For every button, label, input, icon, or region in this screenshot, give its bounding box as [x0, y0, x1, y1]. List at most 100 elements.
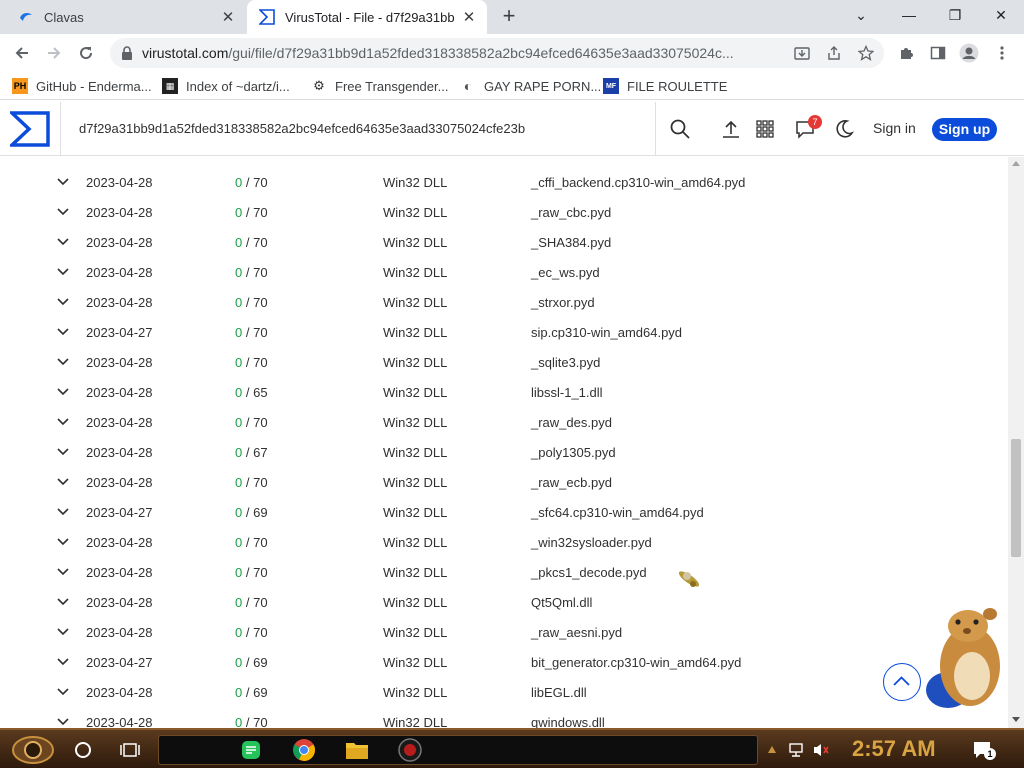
- bookmark-github[interactable]: PH GitHub - Enderma...: [12, 76, 152, 96]
- window-close-button[interactable]: ✕: [978, 0, 1024, 30]
- table-row[interactable]: 2023-04-28 0 / 65 Win32 DLL libssl-1_1.d…: [0, 377, 1008, 407]
- start-button[interactable]: [8, 736, 58, 764]
- chevron-down-icon[interactable]: [56, 627, 70, 637]
- tab-clavas[interactable]: Clavas ✕: [8, 0, 246, 34]
- file-name[interactable]: _raw_ecb.pyd: [531, 475, 612, 490]
- file-name[interactable]: _win32sysloader.pyd: [531, 535, 652, 550]
- file-name[interactable]: bit_generator.cp310-win_amd64.pyd: [531, 655, 741, 670]
- vt-search-box[interactable]: d7f29a31bb9d1a52fded318338582a2bc94efced…: [60, 102, 690, 156]
- file-name[interactable]: _SHA384.pyd: [531, 235, 611, 250]
- chevron-down-icon[interactable]: [56, 267, 70, 277]
- file-name[interactable]: qwindows.dll: [531, 715, 605, 728]
- table-row[interactable]: 2023-04-28 0 / 70 Win32 DLL _raw_ecb.pyd: [0, 467, 1008, 497]
- table-row[interactable]: 2023-04-28 0 / 67 Win32 DLL _poly1305.py…: [0, 437, 1008, 467]
- table-row[interactable]: 2023-04-27 0 / 69 Win32 DLL _sfc64.cp310…: [0, 497, 1008, 527]
- taskbar-clock[interactable]: 2:57 AM: [852, 736, 936, 762]
- chrome-icon[interactable]: [289, 736, 319, 764]
- chevron-down-icon[interactable]: [56, 207, 70, 217]
- chevron-down-icon[interactable]: [56, 687, 70, 697]
- red-orb-app-icon[interactable]: [395, 736, 425, 764]
- upload-icon[interactable]: [720, 118, 742, 140]
- dark-mode-moon-icon[interactable]: [833, 118, 855, 140]
- volume-muted-icon[interactable]: [810, 736, 832, 764]
- file-name[interactable]: Qt5Qml.dll: [531, 595, 592, 610]
- bookmark-free-transgender[interactable]: ⚙ Free Transgender...: [311, 76, 448, 96]
- chevron-down-icon[interactable]: [56, 237, 70, 247]
- profile-avatar-icon[interactable]: [959, 43, 979, 63]
- bookmark-index-dartz[interactable]: ▦ Index of ~dartz/i...: [162, 76, 290, 96]
- file-name[interactable]: sip.cp310-win_amd64.pyd: [531, 325, 682, 340]
- file-name[interactable]: _raw_des.pyd: [531, 415, 612, 430]
- scroll-down-arrow-icon[interactable]: [1012, 717, 1020, 722]
- chevron-down-icon[interactable]: [56, 327, 70, 337]
- chevron-down-icon[interactable]: [56, 447, 70, 457]
- table-row[interactable]: 2023-04-28 0 / 70 Win32 DLL _pkcs1_decod…: [0, 557, 1008, 587]
- tab-close-icon[interactable]: ✕: [218, 7, 238, 27]
- tab-close-icon[interactable]: ✕: [459, 7, 479, 27]
- apps-grid-icon[interactable]: [754, 118, 776, 140]
- back-button[interactable]: [8, 39, 36, 67]
- chevron-down-icon[interactable]: [56, 567, 70, 577]
- restore-button[interactable]: ❐: [932, 0, 978, 30]
- file-name[interactable]: _cffi_backend.cp310-win_amd64.pyd: [531, 175, 745, 190]
- file-name[interactable]: libssl-1_1.dll: [531, 385, 603, 400]
- chevron-down-icon[interactable]: [56, 537, 70, 547]
- scrollbar-thumb[interactable]: [1011, 439, 1021, 557]
- file-name[interactable]: _sfc64.cp310-win_amd64.pyd: [531, 505, 704, 520]
- file-explorer-icon[interactable]: [342, 736, 372, 764]
- extensions-puzzle-icon[interactable]: [896, 43, 916, 63]
- browser-menu-icon[interactable]: [992, 43, 1012, 63]
- chevron-down-icon[interactable]: [56, 657, 70, 667]
- action-center-icon[interactable]: 1: [970, 736, 996, 764]
- chevron-down-icon[interactable]: [56, 387, 70, 397]
- virustotal-logo-icon[interactable]: [10, 111, 50, 147]
- sign-in-link[interactable]: Sign in: [873, 120, 916, 136]
- chevron-down-icon[interactable]: [56, 477, 70, 487]
- file-name[interactable]: libEGL.dll: [531, 685, 587, 700]
- side-panel-icon[interactable]: [928, 43, 948, 63]
- network-icon[interactable]: [786, 736, 808, 764]
- chevron-down-icon[interactable]: [56, 597, 70, 607]
- app-green-notes-icon[interactable]: [236, 736, 266, 764]
- page-scrollbar[interactable]: [1008, 157, 1024, 728]
- file-name[interactable]: _ec_ws.pyd: [531, 265, 600, 280]
- sign-up-button[interactable]: Sign up: [932, 118, 997, 141]
- table-row[interactable]: 2023-04-28 0 / 70 Win32 DLL _SHA384.pyd: [0, 227, 1008, 257]
- table-row[interactable]: 2023-04-28 0 / 70 Win32 DLL _raw_aesni.p…: [0, 617, 1008, 647]
- task-view-icon[interactable]: [117, 736, 143, 764]
- table-row-partial[interactable]: [0, 157, 1008, 165]
- bookmark-file-roulette[interactable]: MF FILE ROULETTE: [603, 76, 727, 96]
- table-row[interactable]: 2023-04-28 0 / 70 Win32 DLL qwindows.dll: [0, 707, 1008, 728]
- chevron-down-icon[interactable]: [56, 177, 70, 187]
- tab-search-chevron-icon[interactable]: ⌄: [838, 0, 884, 30]
- file-name[interactable]: _pkcs1_decode.pyd: [531, 565, 647, 580]
- table-row[interactable]: 2023-04-28 0 / 70 Win32 DLL _ec_ws.pyd: [0, 257, 1008, 287]
- table-row[interactable]: 2023-04-28 0 / 70 Win32 DLL _raw_cbc.pyd: [0, 197, 1008, 227]
- install-app-icon[interactable]: [792, 43, 812, 63]
- chevron-down-icon[interactable]: [56, 507, 70, 517]
- search-icon[interactable]: [669, 118, 691, 140]
- chevron-down-icon[interactable]: [56, 717, 70, 727]
- table-row[interactable]: 2023-04-28 0 / 69 Win32 DLL libEGL.dll: [0, 677, 1008, 707]
- file-name[interactable]: _sqlite3.pyd: [531, 355, 600, 370]
- tray-overflow-icon[interactable]: [764, 736, 780, 764]
- file-name[interactable]: _poly1305.pyd: [531, 445, 616, 460]
- scroll-up-arrow-icon[interactable]: [1012, 161, 1020, 166]
- file-name[interactable]: _raw_cbc.pyd: [531, 205, 611, 220]
- chevron-down-icon[interactable]: [56, 417, 70, 427]
- scroll-to-top-button[interactable]: [883, 663, 921, 701]
- search-circle-icon[interactable]: [70, 736, 96, 764]
- minimize-button[interactable]: —: [886, 0, 932, 30]
- bookmark-globe-site[interactable]: ◐ GAY RAPE PORN...: [460, 76, 602, 96]
- share-icon[interactable]: [824, 43, 844, 63]
- chevron-down-icon[interactable]: [56, 297, 70, 307]
- table-row[interactable]: 2023-04-28 0 / 70 Win32 DLL Qt5Qml.dll: [0, 587, 1008, 617]
- search-input[interactable]: d7f29a31bb9d1a52fded318338582a2bc94efced…: [79, 121, 525, 136]
- file-name[interactable]: _raw_aesni.pyd: [531, 625, 622, 640]
- bookmark-star-icon[interactable]: [856, 43, 876, 63]
- table-row[interactable]: 2023-04-28 0 / 70 Win32 DLL _cffi_backen…: [0, 167, 1008, 197]
- forward-button[interactable]: [40, 39, 68, 67]
- table-row[interactable]: 2023-04-28 0 / 70 Win32 DLL _win32sysloa…: [0, 527, 1008, 557]
- table-row[interactable]: 2023-04-28 0 / 70 Win32 DLL _strxor.pyd: [0, 287, 1008, 317]
- chevron-down-icon[interactable]: [56, 357, 70, 367]
